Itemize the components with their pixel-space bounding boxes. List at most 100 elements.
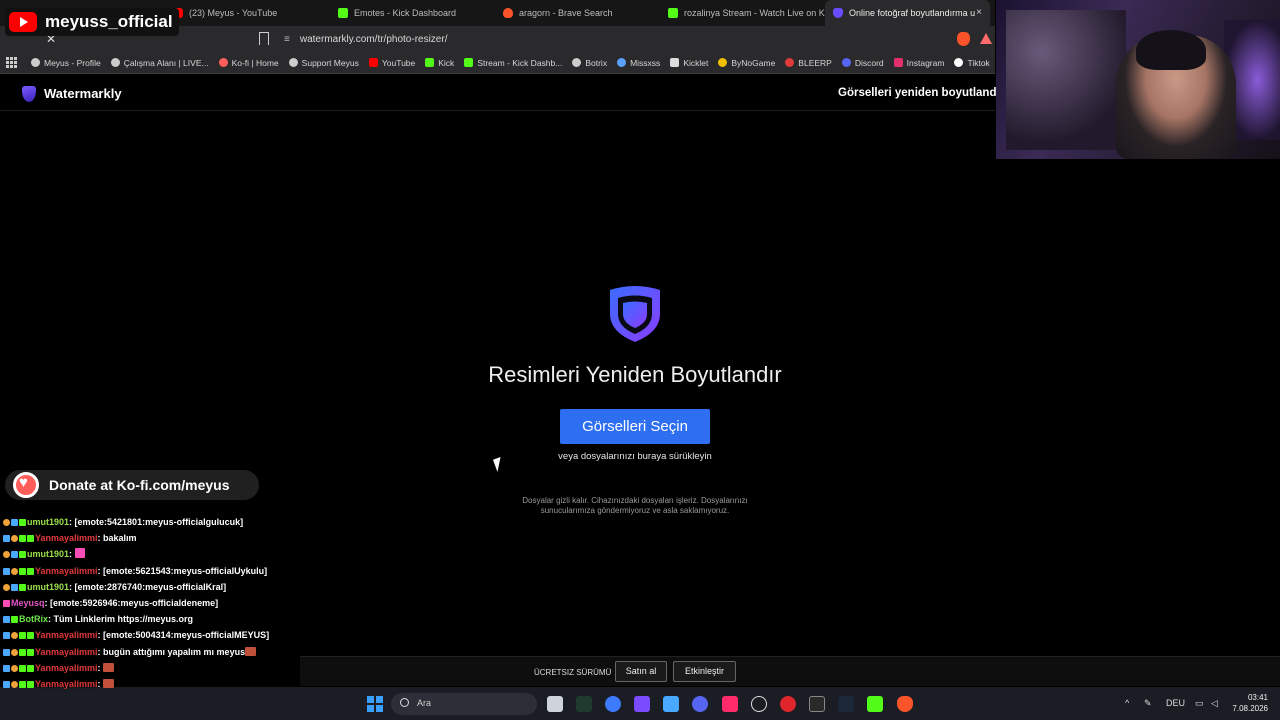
chat-user: Yanmayalimmi xyxy=(35,533,98,544)
chat-user: umut1901 xyxy=(27,581,70,592)
bookmark-item[interactable]: YouTube xyxy=(368,58,415,68)
drop-zone-hint[interactable]: veya dosyalarınızı buraya sürükleyin xyxy=(460,451,810,462)
chat-message: Yanmayalimmi: xyxy=(3,660,303,676)
chat-message: umut1901: xyxy=(3,546,303,562)
chat-message: Yanmayalimmi: [emote:5004314:meyus-offic… xyxy=(3,627,303,643)
bookmark-item[interactable]: Instagram xyxy=(893,57,945,68)
bookmark-label: Çalışma Alanı | LIVE... xyxy=(123,57,209,68)
bookmark-label: Stream - Kick Dashb... xyxy=(477,57,563,68)
activate-button[interactable]: Etkinleştir xyxy=(673,661,736,682)
app-icon[interactable] xyxy=(663,696,679,712)
instagram-icon xyxy=(893,58,903,67)
youtube-logo-icon xyxy=(9,12,37,32)
clock[interactable]: 03:41 7.08.2026 xyxy=(1232,692,1268,714)
network-icon[interactable]: ▭ xyxy=(1195,698,1204,709)
bookmark-item[interactable]: Discord xyxy=(841,57,884,68)
file-explorer-icon[interactable] xyxy=(547,696,563,712)
select-images-button[interactable]: Görselleri Seçin xyxy=(560,409,710,444)
language-indicator[interactable]: DEU xyxy=(1166,698,1185,708)
terminal-icon[interactable] xyxy=(576,696,592,712)
chat-message: Yanmayalimmi: bugün attığımı yapalım mı … xyxy=(3,644,303,660)
bookmark-label: Instagram xyxy=(906,57,945,68)
kick-icon xyxy=(464,58,474,67)
chat-text: bakalım xyxy=(103,533,137,544)
screen: (23) Meyus - YouTube Emotes - Kick Dashb… xyxy=(0,0,1280,720)
chat-user: Yanmayalimmi xyxy=(35,646,98,657)
tab-2[interactable]: (23) Meyus - YouTube xyxy=(165,0,330,26)
watermarkly-icon xyxy=(833,8,843,18)
chat-user: Yanmayalimmi xyxy=(35,565,98,576)
bookmark-label: Ko-fi | Home xyxy=(231,57,279,68)
bookmark-favicon-icon xyxy=(110,58,120,67)
apps-grid-icon[interactable] xyxy=(6,56,17,69)
chat-text: [emote:5621543:meyus-officialUykulu] xyxy=(103,565,268,576)
emote-icon xyxy=(245,646,257,656)
tiktok-icon[interactable] xyxy=(722,696,738,712)
botrix-icon xyxy=(572,58,582,67)
bookmark-icon[interactable] xyxy=(259,32,269,45)
chat-text: [emote:2876740:meyus-officialKral] xyxy=(74,581,227,592)
chat-sep: : xyxy=(69,549,75,560)
obs-icon[interactable] xyxy=(751,696,767,712)
bookmark-item[interactable]: Meyus - Profile xyxy=(31,58,101,68)
brave-icon[interactable] xyxy=(897,696,913,712)
kofi-heart-icon xyxy=(13,472,39,498)
brave-icon xyxy=(503,8,513,18)
app-icon[interactable] xyxy=(780,696,796,712)
chat-user: Yanmayalimmi xyxy=(35,630,98,641)
bookmark-item[interactable]: Çalışma Alanı | LIVE... xyxy=(110,57,209,68)
bookmark-item[interactable]: Stream - Kick Dashb... xyxy=(464,58,562,68)
chat-overlay: umut1901: [emote:5421801:meyus-officialg… xyxy=(3,514,303,692)
chat-message: BotRix: Tüm Linklerim https://meyus.org xyxy=(3,611,303,627)
bookmark-item[interactable]: BLEERP xyxy=(785,58,832,68)
brave-shields-icon[interactable] xyxy=(957,32,970,46)
shield-icon xyxy=(610,286,660,342)
bookmark-item[interactable]: Ko-fi | Home xyxy=(218,57,279,68)
chevron-up-icon[interactable]: ^ xyxy=(1125,698,1129,708)
time: 03:41 xyxy=(1247,693,1268,702)
close-tab-icon[interactable]: × xyxy=(976,7,982,18)
pen-icon[interactable]: ✎ xyxy=(1144,698,1152,709)
windows-start-icon[interactable] xyxy=(367,696,383,712)
bookmark-label: BLEERP xyxy=(798,57,832,68)
tab-3[interactable]: Emotes - Kick Dashboard xyxy=(330,0,495,26)
bookmark-item[interactable]: Kicklet xyxy=(670,58,708,68)
grid-app-icon[interactable] xyxy=(634,696,650,712)
bookmark-item[interactable]: Support Meyus xyxy=(288,58,359,68)
bookmark-label: Tiktok xyxy=(967,57,990,68)
minecraft-icon[interactable] xyxy=(867,696,883,712)
tab-4[interactable]: aragorn - Brave Search xyxy=(495,0,660,26)
tab-5[interactable]: rozalinya Stream - Watch Live on Kick xyxy=(660,0,825,26)
buy-button[interactable]: Satın al xyxy=(615,661,667,682)
chat-user: Meyusq xyxy=(11,598,45,609)
background-shelf xyxy=(1006,10,1126,150)
bookmark-item[interactable]: ByNoGame xyxy=(718,58,775,68)
shield-logo-icon[interactable] xyxy=(22,86,36,102)
volume-icon[interactable]: ◁ xyxy=(1211,698,1218,709)
taskbar-search-input[interactable]: Ara xyxy=(391,693,537,715)
youtube-icon xyxy=(368,58,378,67)
chat-user: umut1901 xyxy=(27,549,70,560)
steam-icon[interactable] xyxy=(838,696,854,712)
site-info-icon[interactable]: ≡ xyxy=(284,34,290,45)
site-logo[interactable]: Watermarkly xyxy=(44,86,122,101)
brave-rewards-icon[interactable] xyxy=(980,33,992,44)
bookmark-item[interactable]: Kick xyxy=(425,58,454,68)
bookmark-item[interactable]: Missxss xyxy=(617,58,660,68)
bookmarks-bar: Meyus - Profile Çalışma Alanı | LIVE... … xyxy=(0,52,995,74)
chat-message: umut1901: [emote:2876740:meyus-officialK… xyxy=(3,579,303,595)
tab-title: aragorn - Brave Search xyxy=(519,8,613,18)
bookmark-favicon-icon xyxy=(288,58,298,67)
tab-6-active[interactable]: Online fotoğraf boyutlandırma u × xyxy=(825,0,990,26)
bookmark-label: Discord xyxy=(854,57,884,68)
url-field[interactable]: ≡ watermarkly.com/tr/photo-resizer/ xyxy=(284,30,950,48)
epic-games-icon[interactable] xyxy=(809,696,825,712)
bookmark-label: Kick xyxy=(438,57,455,68)
bookmark-label: Missxss xyxy=(630,57,661,68)
discord-icon[interactable] xyxy=(692,696,708,712)
app-icon[interactable] xyxy=(605,696,621,712)
bookmark-item[interactable]: Tiktok xyxy=(954,57,990,68)
bookmark-item[interactable]: Botrix xyxy=(572,58,607,68)
chat-message: umut1901: [emote:5421801:meyus-officialg… xyxy=(3,514,303,530)
bookmark-label: ByNoGame xyxy=(731,57,776,68)
